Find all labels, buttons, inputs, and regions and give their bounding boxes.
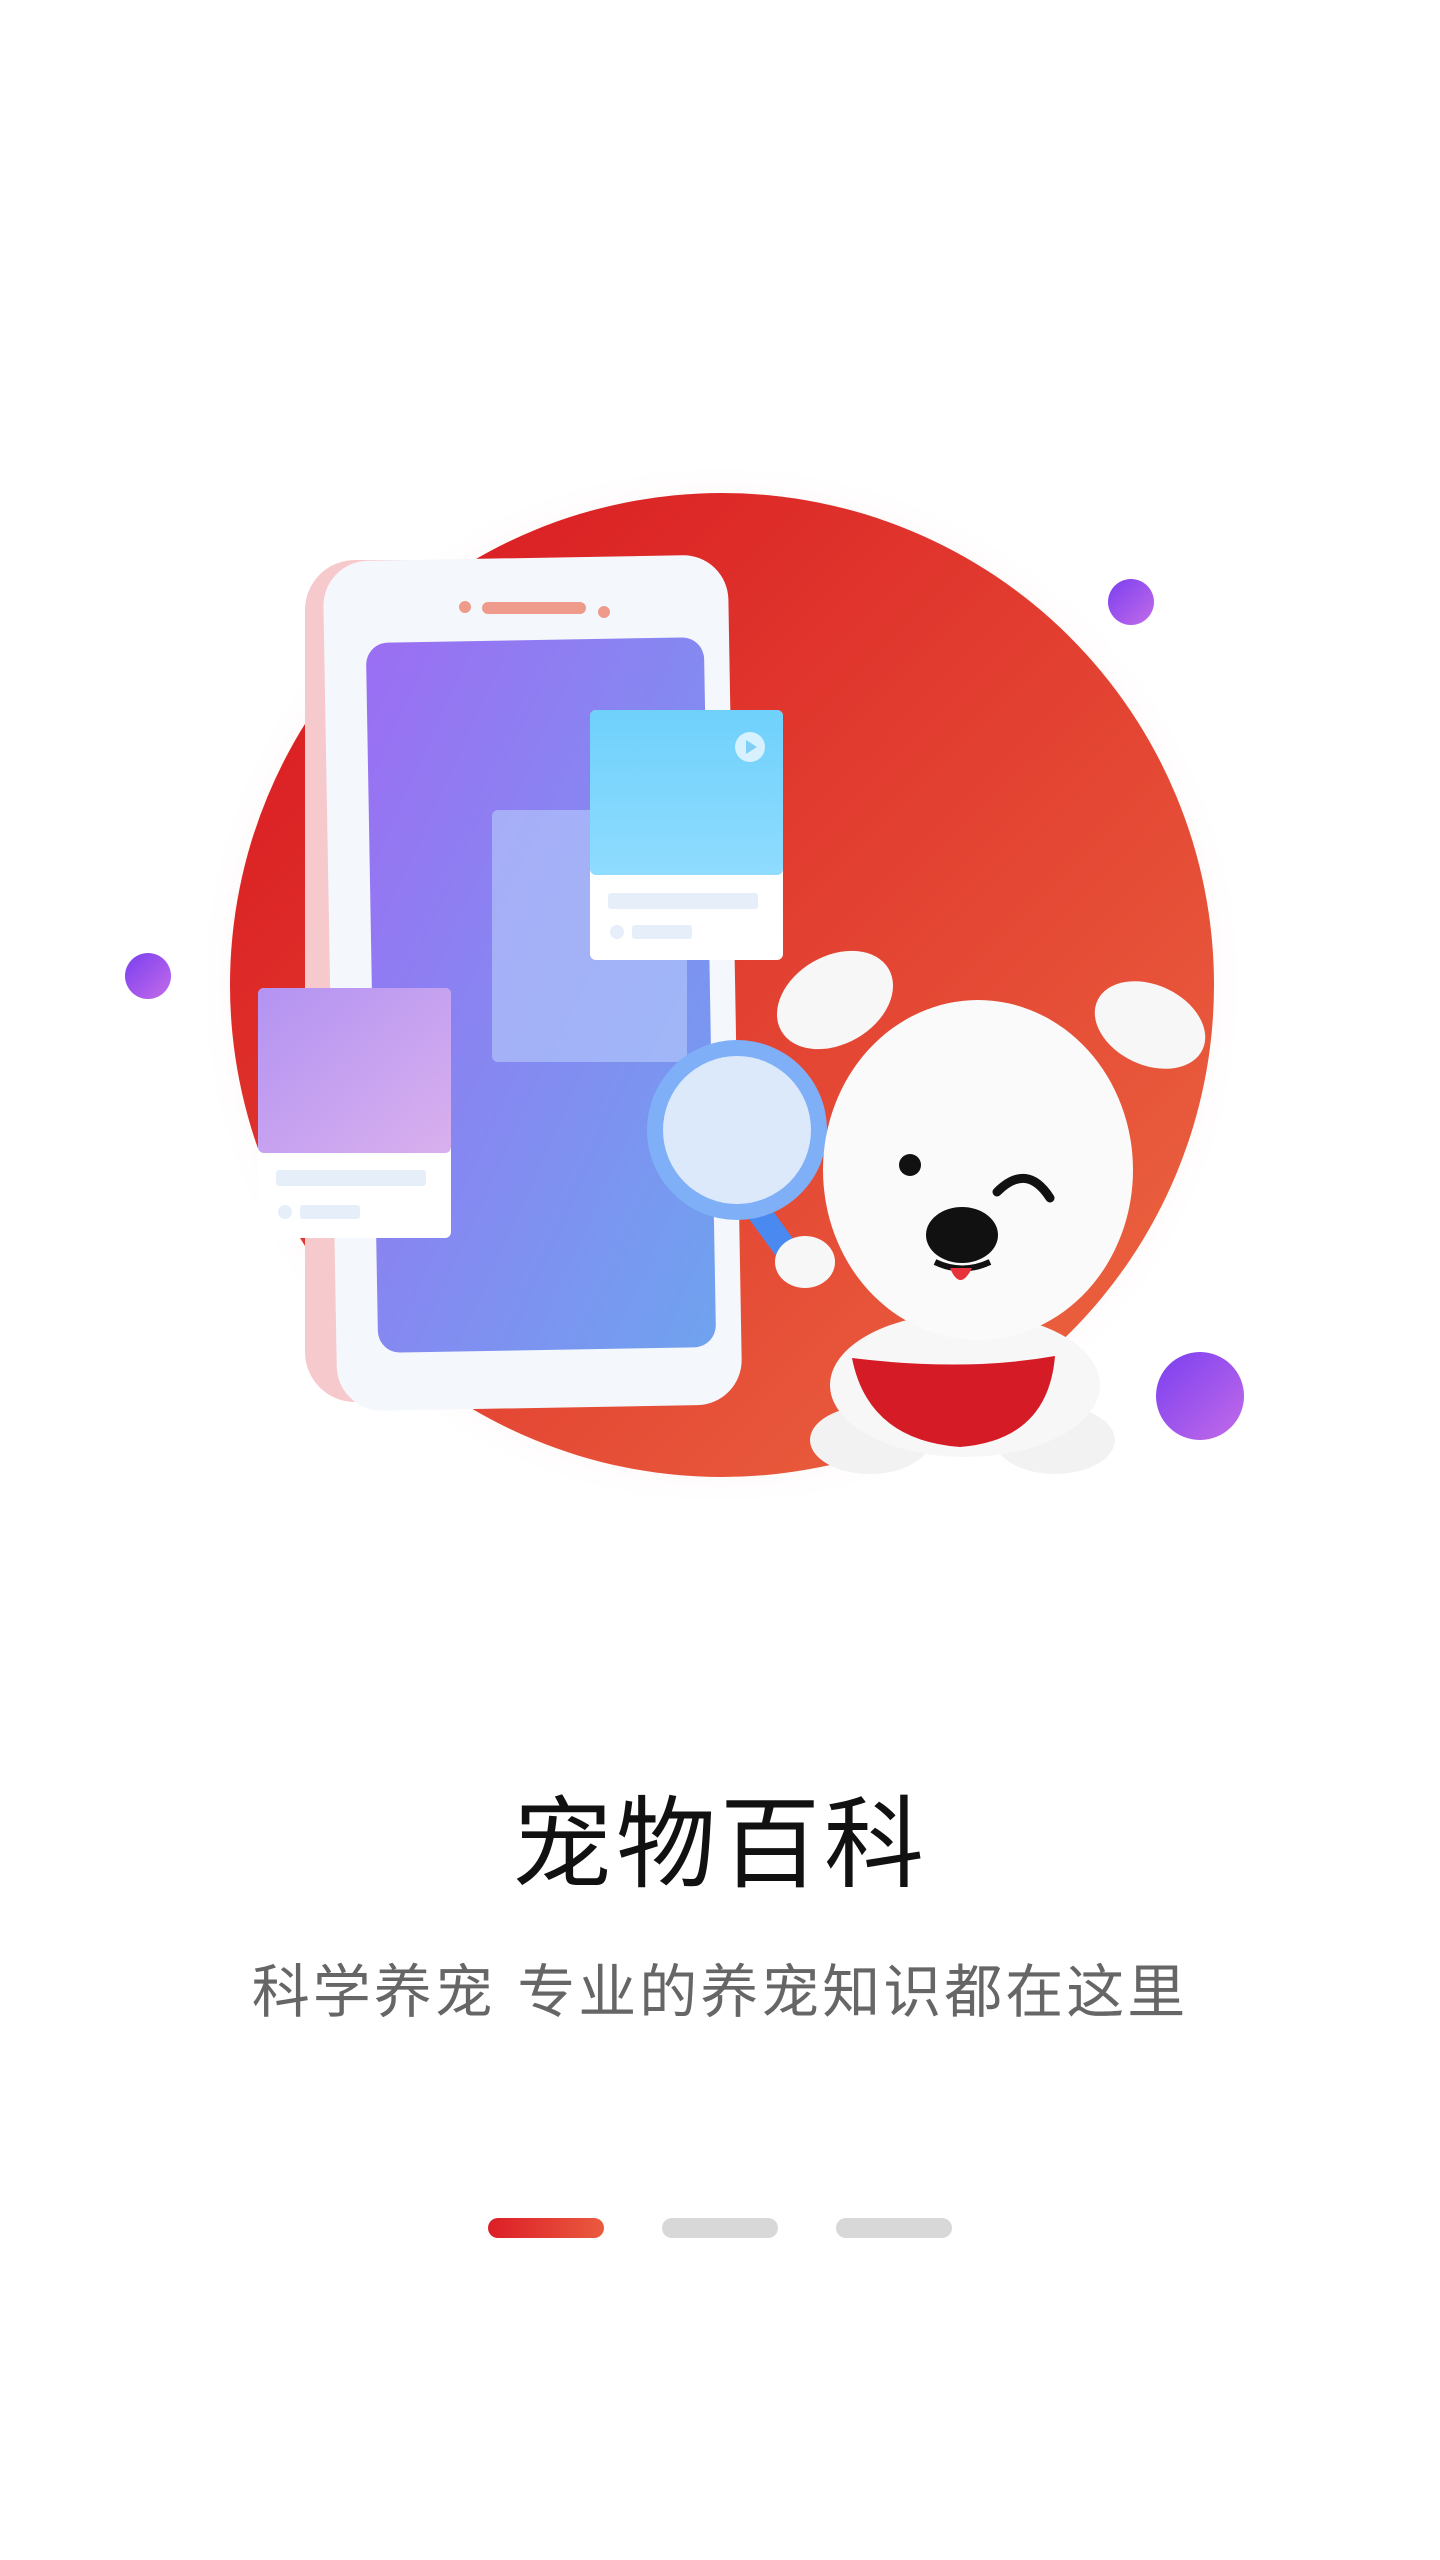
page-indicator-dot-2[interactable] [662,2218,778,2238]
phone-icon [305,555,742,1411]
blue-content-card [590,710,783,960]
decorative-dot-bottom-right [1156,1352,1244,1440]
onboarding-subtitle: 科学养宠 专业的养宠知识都在这里 [251,1958,1189,2026]
onboarding-illustration [0,0,1440,1600]
onboarding-title: 宠物百科 [512,1786,928,1903]
page-indicator [0,2218,1440,2238]
page-indicator-dot-1[interactable] [488,2218,604,2238]
purple-content-card [258,988,451,1238]
page-indicator-dot-3[interactable] [836,2218,952,2238]
decorative-dot-top-right [1108,579,1154,625]
decorative-dot-left [125,953,171,999]
